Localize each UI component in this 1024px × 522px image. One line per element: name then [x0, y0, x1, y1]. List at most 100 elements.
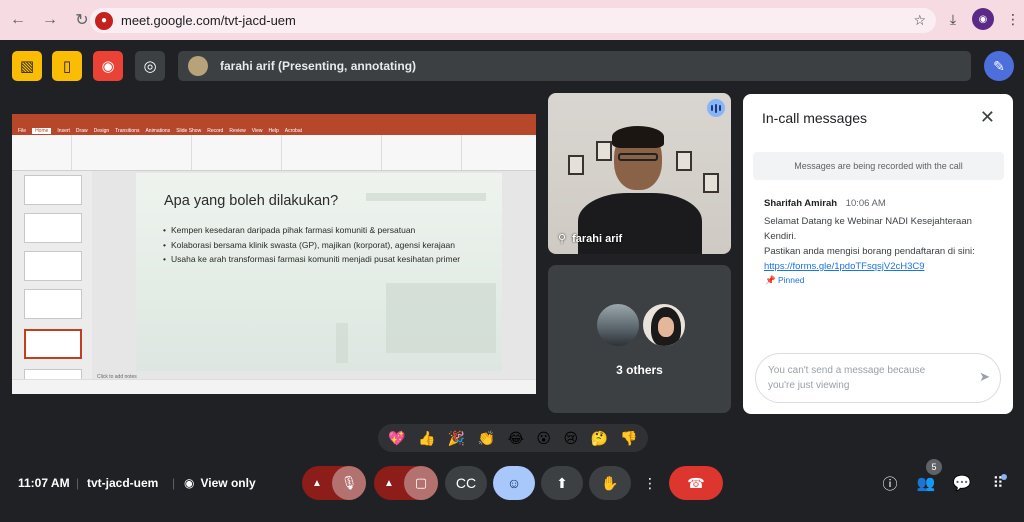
browser-toolbar: ← → ↻ ● meet.google.com/tvt-jacd-uem ☆ ⤓…: [0, 0, 1024, 40]
slide-bullet: Usaha ke arah transformasi farmasi komun…: [163, 254, 483, 265]
wall-frame-decor: [703, 173, 719, 193]
camera-options-chevron-icon[interactable]: ▲: [374, 478, 404, 489]
message-input[interactable]: You can't send a message because you're …: [755, 353, 1001, 403]
participant-tile-others[interactable]: 3 others: [548, 265, 731, 413]
record-icon[interactable]: ◉: [93, 51, 123, 81]
leave-call-button[interactable]: ☎: [669, 466, 723, 500]
ppt-tab: Draw: [75, 127, 88, 134]
camera-control: ▲ ▢: [374, 466, 438, 500]
speaking-indicator-icon: [707, 99, 725, 117]
slide-bullet: Kempen kesedaran daripada pihak farmasi …: [163, 225, 483, 236]
back-icon[interactable]: ←: [4, 6, 32, 34]
captions-button[interactable]: CC: [445, 466, 487, 500]
participant-name: ⚲ farahi arif: [558, 232, 623, 246]
reaction-thinking-icon[interactable]: 🤔: [590, 430, 607, 447]
ppt-ribbon: [12, 135, 536, 171]
notification-dot: [1001, 474, 1007, 480]
ribbon-group: [382, 135, 462, 170]
ribbon-group: [282, 135, 382, 170]
stool-decor: [336, 323, 348, 363]
reaction-clap-icon[interactable]: 👏: [478, 430, 495, 447]
ppt-statusbar: [12, 379, 536, 394]
slide-thumbnail: [24, 251, 82, 281]
reaction-thumbs-down-icon[interactable]: 👎: [620, 430, 637, 447]
reaction-thumbs-up-icon[interactable]: 👍: [418, 430, 435, 447]
profile-avatar-icon[interactable]: ◉: [972, 8, 994, 30]
reaction-party-icon[interactable]: 🎉: [448, 430, 465, 447]
ribbon-group: [72, 135, 192, 170]
person-hair: [612, 126, 664, 148]
separator: |: [76, 476, 80, 490]
close-icon[interactable]: ✕: [980, 107, 995, 128]
view-only-indicator: ◉ View only: [184, 476, 256, 490]
shelf-decor: [366, 193, 486, 201]
presenter-label: farahi arif (Presenting, annotating): [220, 59, 417, 73]
view-only-text: View only: [200, 476, 256, 490]
url-text: meet.google.com/tvt-jacd-uem: [121, 13, 296, 28]
ppt-tab: Design: [93, 127, 110, 134]
message-sender: Sharifah Amirah: [764, 198, 838, 209]
emoji-icon: ☺: [506, 475, 522, 491]
others-count-label: 3 others: [616, 363, 663, 377]
avatar: [641, 302, 687, 348]
meeting-info-icon[interactable]: ⓘ: [879, 472, 901, 494]
meeting-code: tvt-jacd-uem: [87, 476, 159, 490]
exit-annotation-icon[interactable]: ▯: [52, 51, 82, 81]
reaction-sad-icon[interactable]: 😢: [563, 430, 578, 447]
eye-icon: ◉: [184, 476, 195, 490]
hand-icon: ✋: [601, 474, 619, 491]
browser-actions: ⤓ ◉ ⋮: [942, 8, 1024, 30]
address-bar[interactable]: ● meet.google.com/tvt-jacd-uem ☆: [90, 8, 936, 33]
participant-tile-farahi[interactable]: ⚲ farahi arif: [548, 93, 731, 254]
slide-thumbnail-active: [24, 329, 82, 359]
ppt-ribbon-tabs: File Home Insert Draw Design Transitions…: [12, 126, 536, 135]
reactions-button[interactable]: ☺: [493, 466, 535, 500]
ppt-tab: Insert: [57, 127, 70, 134]
separator: |: [172, 476, 176, 490]
slide-thumbnail: [24, 213, 82, 243]
browser-menu-icon[interactable]: ⋮: [1002, 8, 1024, 30]
present-screen-icon: ⬆: [556, 474, 568, 491]
slide-thumbnail: [24, 289, 82, 319]
person-glasses: [618, 153, 658, 161]
message-time: 10:06 AM: [845, 198, 886, 209]
reaction-surprise-icon[interactable]: 😮: [536, 430, 551, 447]
more-options-button[interactable]: ⋮: [642, 466, 658, 500]
presenter-banner: farahi arif (Presenting, annotating): [178, 51, 971, 81]
wall-frame-decor: [676, 151, 692, 171]
captions-icon: CC: [455, 475, 477, 491]
reaction-laugh-icon[interactable]: 😂: [508, 430, 524, 447]
ppt-tab: Transitions: [115, 127, 140, 134]
participant-name-text: farahi arif: [572, 232, 623, 245]
raise-hand-button[interactable]: ✋: [589, 466, 631, 500]
ribbon-group: [12, 135, 72, 170]
pinned-text: Pinned: [777, 275, 805, 285]
annotate-pen-icon[interactable]: ✎: [984, 51, 1014, 81]
recording-mic-icon[interactable]: ●: [95, 11, 113, 30]
pin-icon: ⚲: [558, 233, 567, 245]
wall-frame-decor: [568, 155, 584, 175]
mic-off-icon[interactable]: 🎙: [332, 466, 366, 500]
ppt-tab: Acrobat: [284, 127, 303, 134]
camera-off-icon[interactable]: ▢: [404, 466, 438, 500]
people-icon[interactable]: 👥: [915, 472, 937, 494]
download-icon[interactable]: ⤓: [942, 8, 964, 30]
slide-bullets: Kempen kesedaran daripada pihak farmasi …: [163, 225, 483, 269]
chat-icon[interactable]: 💬: [951, 472, 973, 494]
mic-options-chevron-icon[interactable]: ▲: [302, 478, 332, 489]
reaction-heart-icon[interactable]: 💖: [388, 430, 405, 447]
more-vert-icon: ⋮: [643, 474, 657, 491]
message-body: Selamat Datang ke Webinar NADI Kesejahte…: [764, 214, 994, 274]
send-icon[interactable]: ➤: [979, 369, 990, 385]
present-button[interactable]: ⬆: [541, 466, 583, 500]
panel-title: In-call messages: [762, 110, 868, 126]
visibility-eye-icon[interactable]: ◎: [135, 51, 165, 81]
pinned-label: 📌 Pinned: [765, 275, 804, 286]
avatar: [595, 302, 641, 348]
forward-icon[interactable]: →: [36, 6, 64, 34]
message-link[interactable]: https://forms.gle/1pdoTFsqsjV2cH3C9: [764, 259, 994, 274]
mic-control: ▲ 🎙: [302, 466, 366, 500]
pin-icon: 📌: [765, 275, 776, 285]
bookmark-star-icon[interactable]: ☆: [913, 12, 926, 29]
annotation-toggle-icon[interactable]: ▧: [12, 51, 42, 81]
